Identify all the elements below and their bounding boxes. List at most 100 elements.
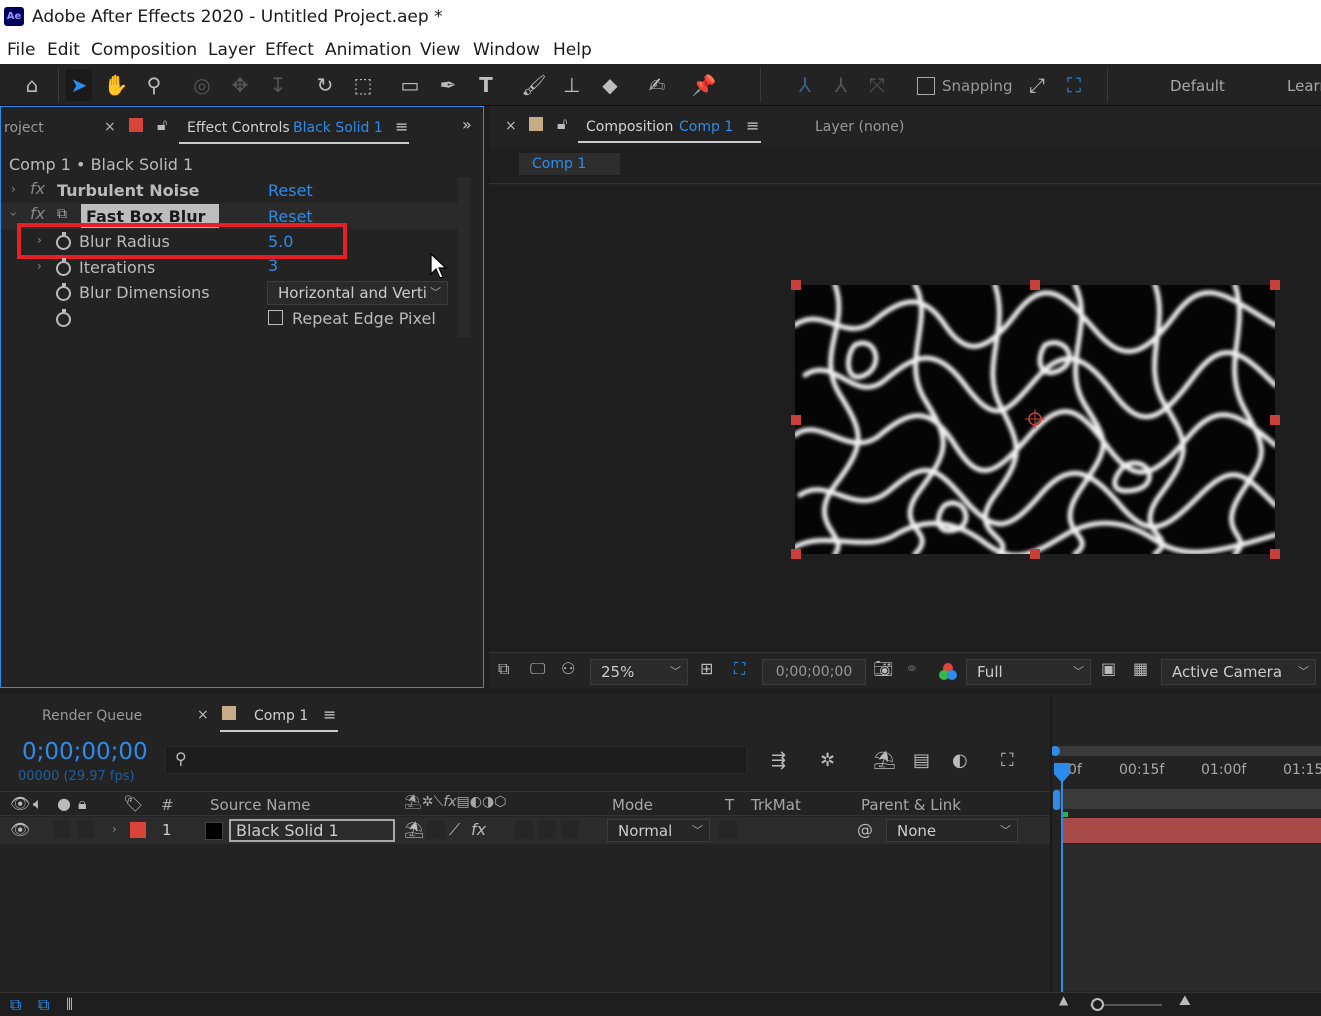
render-queue-tab[interactable]: Render Queue [42, 708, 142, 724]
lock-icon[interactable]: 🔓︎ [157, 115, 167, 135]
chevron-right-icon[interactable]: › [37, 259, 42, 273]
work-area-bar[interactable] [1055, 746, 1321, 756]
comp-breadcrumb-button[interactable]: Comp 1 [519, 153, 620, 175]
composition-tab-title[interactable]: Composition [586, 119, 673, 135]
resolution-dropdown[interactable]: Full ﹀ [966, 659, 1091, 685]
camera-dropdown[interactable]: Active Camera ﹀ [1161, 659, 1316, 685]
close-icon[interactable]: × [104, 119, 116, 135]
scrollbar[interactable] [458, 177, 470, 337]
panel-menu-icon[interactable]: ≡ [323, 705, 336, 724]
adjustment-switch[interactable] [561, 821, 579, 839]
menu-help[interactable]: Help [553, 40, 592, 60]
layer-handle[interactable] [1030, 280, 1040, 290]
selection-tool-icon[interactable]: ➤ [66, 69, 92, 101]
layer-handle[interactable] [1270, 415, 1280, 425]
pen-tool-icon[interactable]: ✒ [435, 72, 461, 98]
fx-icon[interactable]: fx [30, 179, 45, 198]
snap-features-icon[interactable]: ⛶ [1061, 72, 1087, 98]
expand-panels-icon[interactable]: » [462, 115, 472, 134]
timeline-comp-tab[interactable]: Comp 1 [254, 708, 308, 724]
close-icon[interactable]: × [197, 707, 209, 723]
pan-camera-icon[interactable]: ✥ [227, 72, 253, 98]
param-row-iterations[interactable]: › Iterations 3 [1, 255, 458, 281]
layer-duration-bar[interactable] [1062, 818, 1321, 843]
pan-behind-tool-icon[interactable]: ⬚ [350, 72, 376, 98]
layer-handle[interactable] [1270, 549, 1280, 559]
panel-menu-icon[interactable]: ≡ [395, 117, 408, 136]
menu-window[interactable]: Window [473, 40, 540, 60]
fast-previews-icon[interactable]: ▣ [1101, 659, 1116, 678]
lock-icon[interactable]: 🔓︎ [557, 114, 567, 134]
in-out-toggle-icon[interactable]: ⦀ [66, 995, 73, 1015]
layer-search-input[interactable]: ⚲ [165, 746, 747, 774]
panel-divider[interactable] [1050, 694, 1052, 994]
layer-handle[interactable] [791, 280, 801, 290]
stopwatch-icon[interactable] [56, 258, 71, 276]
view-axis-icon[interactable]: ⤧ [864, 72, 890, 98]
effects-switch-icon[interactable]: fx [471, 820, 486, 839]
parent-dropdown[interactable]: None ﹀ [886, 819, 1018, 842]
orbit-camera-icon[interactable]: ◎ [189, 72, 215, 98]
stopwatch-icon[interactable] [56, 283, 71, 301]
menu-effect[interactable]: Effect [265, 40, 314, 60]
close-icon[interactable]: × [505, 118, 517, 134]
workspace-learn[interactable]: Learn [1287, 77, 1321, 95]
chevron-right-icon[interactable]: › [11, 182, 16, 196]
world-axis-icon[interactable]: ⅄ [828, 72, 854, 98]
frame-blend-switch[interactable] [515, 821, 533, 839]
show-snapshot-icon[interactable]: ⚭ [905, 659, 918, 678]
eye-icon[interactable]: 👁︎ [10, 820, 30, 839]
menu-edit[interactable]: Edit [47, 40, 80, 60]
mask-visibility-icon[interactable]: ⚇ [561, 659, 575, 678]
zoom-dropdown[interactable]: 25% ﹀ [590, 659, 688, 685]
layer-tab[interactable]: Layer (none) [815, 119, 904, 135]
fx-icon[interactable]: fx [30, 204, 45, 223]
composition-tab-comp[interactable]: Comp 1 [679, 119, 733, 135]
layer-name-field[interactable]: Black Solid 1 [229, 819, 395, 842]
param-value[interactable]: 3 [268, 256, 278, 275]
draft-3d-icon[interactable]: ✲ [820, 750, 835, 771]
current-timecode[interactable]: 0;00;00;00 [22, 739, 148, 765]
chevron-right-icon[interactable]: › [112, 822, 117, 836]
rectangle-tool-icon[interactable]: ▭ [397, 72, 423, 98]
snapping-checkbox[interactable] [917, 77, 935, 95]
effect-controls-tab-layer[interactable]: Black Solid 1 [293, 120, 383, 136]
transfer-controls-toggle-icon[interactable]: ⧉ [38, 995, 49, 1015]
collapse-switch[interactable] [427, 821, 445, 839]
grid-guides-icon[interactable]: ⊞ [700, 659, 713, 678]
stopwatch-icon[interactable] [56, 309, 71, 327]
preserve-transparency-toggle[interactable] [719, 821, 737, 839]
effect-controls-tab-title[interactable]: Effect Controls [187, 120, 290, 136]
panel-menu-icon[interactable]: ≡ [746, 116, 759, 135]
param-row-blur-dimensions[interactable]: Blur Dimensions Horizontal and Verti ﹀ [1, 280, 458, 306]
menu-view[interactable]: View [420, 40, 460, 60]
type-tool-icon[interactable]: T [473, 72, 499, 98]
layer-switches-toggle-icon[interactable]: ⧉ [10, 995, 21, 1015]
motion-blur-icon[interactable]: ◐ [952, 750, 968, 771]
shy-switch-icon[interactable]: ⛱ [404, 820, 424, 839]
timecode-field[interactable]: 0;00;00;00 [762, 659, 866, 685]
workspace-default[interactable]: Default [1170, 77, 1225, 95]
home-icon[interactable]: ⌂ [19, 72, 45, 98]
roto-brush-tool-icon[interactable]: ✍ [644, 72, 670, 98]
motion-blur-switch[interactable] [538, 821, 556, 839]
shy-layers-icon[interactable]: ⛱ [873, 750, 896, 771]
column-source-name[interactable]: Source Name [210, 796, 311, 814]
zoom-tool-icon[interactable]: ⚲ [141, 72, 167, 98]
camera-snapshot-icon[interactable]: 📷︎ [873, 659, 893, 678]
rotate-tool-icon[interactable]: ↻ [312, 72, 338, 98]
menu-composition[interactable]: Composition [91, 40, 197, 60]
transparency-grid-icon[interactable]: ▦ [1133, 659, 1148, 678]
blur-dimensions-dropdown[interactable]: Horizontal and Verti ﹀ [267, 281, 448, 305]
dolly-camera-icon[interactable]: ↧ [265, 72, 291, 98]
param-row-repeat-edge[interactable]: Repeat Edge Pixel [1, 306, 458, 332]
blend-mode-dropdown[interactable]: Normal ﹀ [607, 819, 710, 842]
snap-edges-icon[interactable]: ⤢ [1024, 72, 1050, 98]
layer-handle[interactable] [1030, 549, 1040, 559]
quality-switch-icon[interactable]: ⟋ [449, 820, 460, 840]
graph-editor-icon[interactable]: ⛶ [1001, 750, 1014, 771]
frame-blending-icon[interactable]: ▤ [913, 750, 930, 771]
clone-stamp-tool-icon[interactable]: ⊥ [559, 72, 585, 98]
brush-tool-icon[interactable]: 🖌 [521, 72, 547, 98]
zoom-in-icon[interactable]: ⛰ [1179, 993, 1191, 1009]
